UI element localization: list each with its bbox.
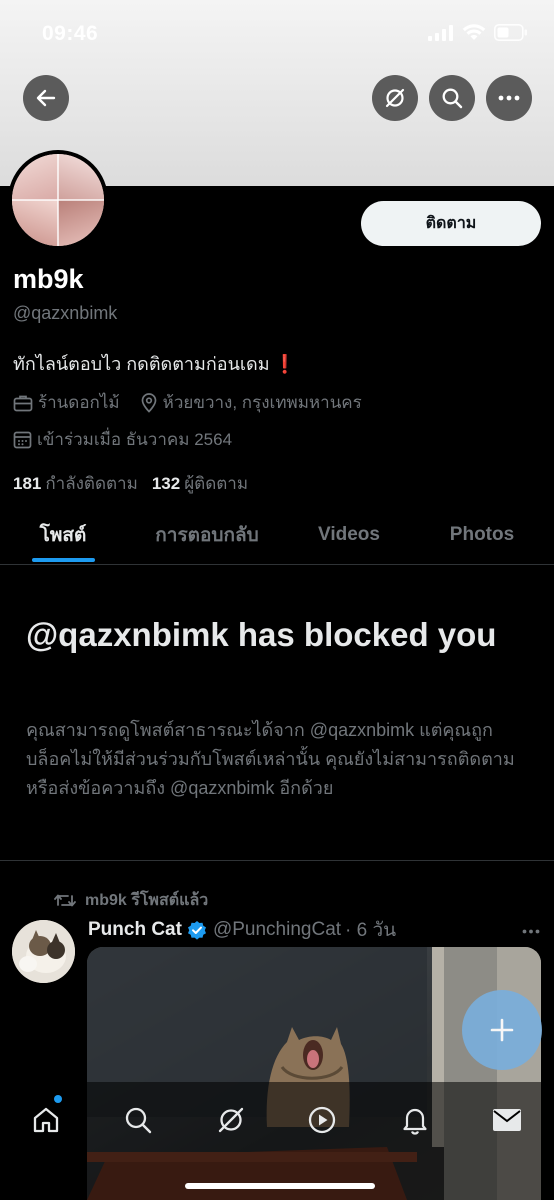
- mail-icon: [493, 1109, 521, 1131]
- nav-grok[interactable]: [211, 1100, 251, 1140]
- compose-button[interactable]: [462, 990, 542, 1070]
- profile-location: ห้วยขวาง, กรุงเทพมหานคร: [140, 389, 362, 416]
- followers-label: ผู้ติดตาม: [184, 474, 249, 493]
- arrow-left-icon: [36, 89, 56, 107]
- following-label: กำลังติดตาม: [45, 474, 138, 493]
- play-circle-icon: [308, 1106, 336, 1134]
- profile-tabs: โพสต์ การตอบกลับ Videos Photos: [0, 505, 554, 565]
- tweet-author-avatar[interactable]: [12, 920, 75, 983]
- status-icons: [428, 24, 528, 46]
- tweet-timestamp: · 6 วัน: [345, 920, 397, 941]
- profile-meta-row: ร้านดอกไม้ ห้วยขวาง, กรุงเทพมหานคร: [13, 389, 362, 416]
- more-options-button[interactable]: [486, 75, 532, 121]
- search-icon: [442, 88, 463, 109]
- tweet-author-handle: @PunchingCat: [212, 919, 342, 940]
- tweet-more-button[interactable]: [522, 918, 540, 939]
- repost-label: mb9k รีโพสต์แล้ว: [85, 892, 209, 909]
- following-link[interactable]: 181 กำลังติดตาม: [13, 470, 138, 497]
- cat-avatar-image: [12, 920, 75, 983]
- home-icon: [33, 1107, 59, 1133]
- back-button[interactable]: [23, 75, 69, 121]
- follow-counts: 181 กำลังติดตาม 132 ผู้ติดตาม: [13, 470, 248, 497]
- search-icon: [125, 1107, 152, 1134]
- battery-icon: [494, 24, 528, 46]
- joined-label: เข้าร่วมเมื่อ ธันวาคม 2564: [37, 430, 233, 449]
- blocked-title: @qazxnbimk has blocked you: [26, 616, 497, 653]
- tab-replies[interactable]: การตอบกลับ: [126, 505, 288, 565]
- follow-button[interactable]: ติดตาม: [361, 201, 541, 246]
- repost-icon: [54, 894, 76, 907]
- repost-indicator: mb9k รีโพสต์แล้ว: [54, 888, 208, 913]
- following-count: 181: [13, 474, 42, 493]
- search-button[interactable]: [429, 75, 475, 121]
- profile-bio: ทักไลน์ตอบไว กดติดตามก่อนเดม ❗: [13, 349, 296, 378]
- nav-notifications[interactable]: [395, 1100, 435, 1140]
- exclamation-emoji: ❗: [273, 354, 297, 374]
- grok-icon: [218, 1107, 244, 1133]
- bio-text: ทักไลน์ตอบไว กดติดตามก่อนเดม: [13, 354, 270, 374]
- display-name: mb9k: [13, 264, 84, 294]
- avatar-image: [12, 154, 104, 246]
- more-icon: [522, 929, 540, 934]
- status-bar: 09:46: [0, 0, 554, 60]
- location-pin-icon: [141, 392, 156, 413]
- signal-icon: [428, 24, 454, 46]
- more-icon: [498, 95, 520, 101]
- status-time: 09:46: [42, 22, 99, 45]
- nav-spaces[interactable]: [302, 1100, 342, 1140]
- profile-category: ร้านดอกไม้: [13, 389, 120, 416]
- category-label: ร้านดอกไม้: [38, 393, 120, 412]
- tweet-header: Punch Cat @PunchingCat · 6 วัน: [88, 915, 396, 945]
- verified-badge-icon: [187, 921, 206, 940]
- followers-count: 132: [151, 474, 181, 493]
- blocked-description: คุณสามารถดูโพสต์สาธารณะได้จาก @qazxnbimk…: [26, 720, 515, 798]
- profile-handle: @qazxnbimk: [13, 303, 118, 323]
- tab-videos[interactable]: Videos: [288, 505, 410, 565]
- home-notification-dot: [54, 1095, 62, 1103]
- active-tab-indicator: [32, 558, 95, 562]
- grok-icon: [385, 88, 405, 108]
- grok-button[interactable]: [372, 75, 418, 121]
- profile-avatar[interactable]: [8, 150, 108, 250]
- wifi-icon: [462, 24, 486, 46]
- followers-link[interactable]: 132 ผู้ติดตาม: [152, 470, 248, 497]
- plus-icon: [490, 1018, 514, 1042]
- home-indicator: [185, 1183, 375, 1189]
- section-divider: [0, 860, 554, 861]
- nav-home[interactable]: [26, 1100, 66, 1140]
- nav-search[interactable]: [118, 1100, 158, 1140]
- bell-icon: [403, 1108, 427, 1135]
- nav-messages[interactable]: [487, 1100, 527, 1140]
- tab-photos[interactable]: Photos: [410, 505, 554, 565]
- tab-posts[interactable]: โพสต์: [0, 505, 126, 565]
- profile-joined: เข้าร่วมเมื่อ ธันวาคม 2564: [13, 426, 232, 453]
- tweet-author-name[interactable]: Punch Cat: [88, 919, 182, 941]
- calendar-icon: [13, 431, 32, 449]
- location-label: ห้วยขวาง, กรุงเทพมหานคร: [162, 393, 362, 412]
- briefcase-icon: [13, 395, 33, 411]
